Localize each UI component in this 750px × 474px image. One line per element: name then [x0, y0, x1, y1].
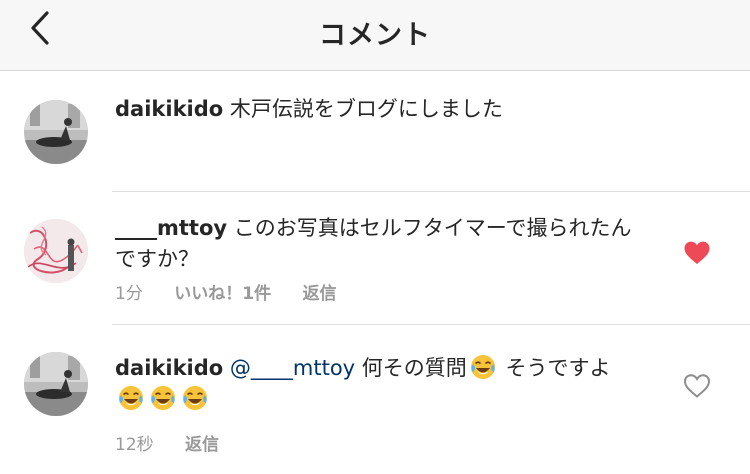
- comment-text: daikikido 木戸伝説をブログにしました: [115, 94, 645, 125]
- face-with-tears-of-joy-icon: [470, 355, 495, 379]
- reply-button[interactable]: 返信: [302, 284, 336, 304]
- comment-text: ____mttoy このお写真はセルフタイマーで撮られたんですか？: [115, 213, 645, 275]
- like-button[interactable]: [683, 373, 711, 399]
- comment-username[interactable]: daikikido: [115, 356, 223, 380]
- mention-link[interactable]: @____mttoy: [230, 356, 355, 380]
- comment-timestamp: 1分: [115, 284, 143, 304]
- like-button[interactable]: [683, 240, 711, 266]
- comment-meta: 12秒 返信: [115, 430, 245, 455]
- comment-item: daikikido @____mttoy 何その質問 そうですよ 12秒 返信: [0, 325, 750, 474]
- comment-username[interactable]: daikikido: [115, 97, 223, 121]
- comment-body-continued: そうですよ: [505, 356, 611, 380]
- top-nav-bar: コメント: [0, 0, 750, 71]
- avatar[interactable]: [24, 352, 88, 416]
- avatar[interactable]: [24, 100, 88, 164]
- comment-item: daikikido 木戸伝説をブログにしました: [0, 72, 750, 192]
- avatar[interactable]: [24, 219, 88, 283]
- comment-item: ____mttoy このお写真はセルフタイマーで撮られたんですか？ 1分 いいね…: [0, 192, 750, 324]
- comment-text: daikikido @____mttoy 何その質問 そうですよ: [115, 353, 615, 415]
- heart-filled-icon: [684, 241, 710, 264]
- likes-count-link[interactable]: いいね！1件: [174, 284, 271, 304]
- comment-body: 何その質問: [361, 356, 467, 380]
- face-with-tears-of-joy-icon: [119, 386, 143, 410]
- face-with-tears-of-joy-icon: [183, 386, 207, 410]
- page-title: コメント: [319, 20, 431, 51]
- comment-username[interactable]: ____mttoy: [115, 216, 227, 240]
- comment-timestamp: 12秒: [115, 435, 154, 455]
- reply-button[interactable]: 返信: [185, 435, 219, 455]
- face-with-tears-of-joy-icon: [151, 386, 175, 410]
- comment-body: 木戸伝説をブログにしました: [229, 97, 503, 121]
- comment-meta: 1分 いいね！1件 返信: [115, 279, 362, 304]
- heart-outline-icon: [683, 374, 711, 398]
